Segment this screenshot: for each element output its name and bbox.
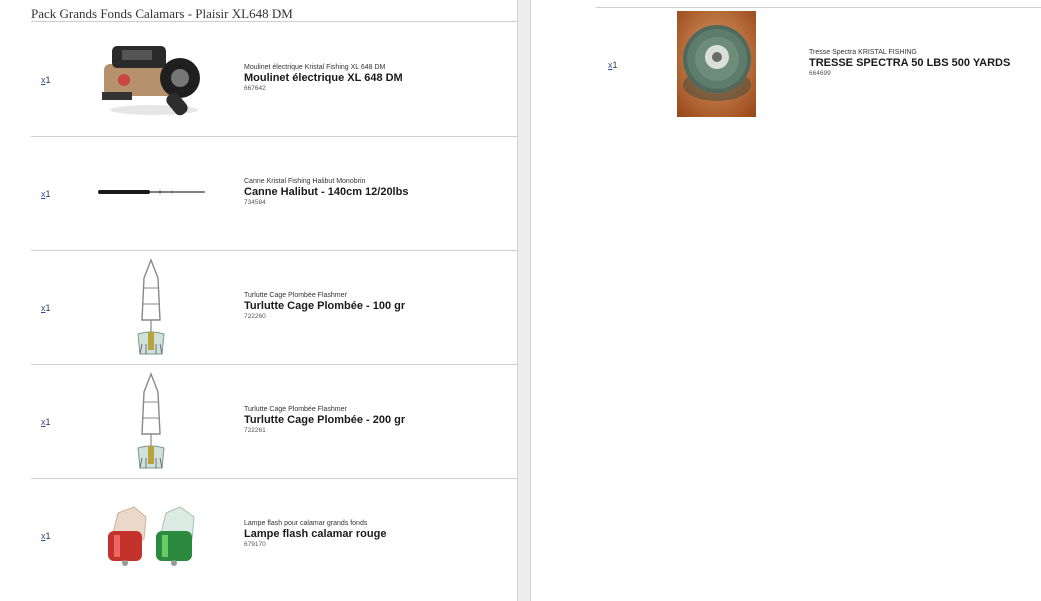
list-item: x1 Turlutte Cage Plombée Flashmer Turlut… [0, 365, 517, 479]
product-description: Canne Kristal Fishing Halibut Monobrin C… [244, 178, 408, 207]
braid-spool-icon [677, 11, 756, 122]
product-name: Moulinet électrique XL 648 DM [244, 72, 403, 84]
product-name: Turlutte Cage Plombée - 100 gr [244, 300, 406, 312]
squid-jig-icon [134, 258, 168, 363]
product-code: 667642 [244, 85, 266, 92]
product-subtitle: Canne Kristal Fishing Halibut Monobrin [244, 178, 366, 185]
quantity-label: x1 [41, 303, 51, 313]
product-name: Canne Halibut - 140cm 12/20lbs [244, 186, 409, 198]
product-description: Turlutte Cage Plombée Flashmer Turlutte … [244, 292, 405, 321]
product-subtitle: Tresse Spectra KRISTAL FISHING [809, 49, 917, 56]
list-item: x1 Moulinet électrique Kristal Fishing X… [0, 22, 517, 136]
product-code: 679170 [244, 541, 266, 548]
quantity-label: x1 [41, 531, 51, 541]
product-name: Lampe flash calamar rouge [244, 528, 387, 540]
product-subtitle: Turlutte Cage Plombée Flashmer [244, 406, 347, 413]
product-code: 734584 [244, 199, 266, 206]
quantity-label: x1 [608, 60, 618, 70]
product-description: Tresse Spectra KRISTAL FISHING TRESSE SP… [809, 49, 1010, 78]
fishing-rod-icon [98, 185, 208, 204]
flash-lamp-icon [104, 505, 200, 574]
document-page-left: Pack Grands Fonds Calamars - Plaisir XL6… [0, 0, 517, 601]
list-item: x1 Turlutte Cage Plombée Flashmer Turlut… [0, 251, 517, 365]
product-subtitle: Moulinet électrique Kristal Fishing XL 6… [244, 64, 386, 71]
list-item: x1 Tresse Spectra KRISTAL FISHING TRESSE… [531, 8, 1041, 122]
squid-jig-icon [134, 372, 168, 477]
document-page-right: x1 Tresse Spectra KRISTAL FISHING TRESSE… [531, 0, 1041, 601]
electric-reel-icon [98, 38, 206, 123]
product-name: Turlutte Cage Plombée - 200 gr [244, 414, 406, 426]
page-separator [517, 0, 531, 601]
product-code: 664699 [809, 70, 831, 77]
product-subtitle: Turlutte Cage Plombée Flashmer [244, 292, 347, 299]
product-description: Moulinet électrique Kristal Fishing XL 6… [244, 64, 403, 93]
product-description: Lampe flash pour calamar grands fonds La… [244, 520, 386, 549]
product-code: 722261 [244, 427, 266, 434]
list-item: x1 Lampe flash pour calamar grands fonds… [0, 479, 517, 593]
product-subtitle: Lampe flash pour calamar grands fonds [244, 520, 368, 527]
product-name: TRESSE SPECTRA 50 LBS 500 YARDS [809, 57, 1011, 69]
quantity-label: x1 [41, 189, 51, 199]
quantity-label: x1 [41, 75, 51, 85]
list-item: x1 Canne Kristal Fishing Halibut Monobri… [0, 137, 517, 251]
product-description: Turlutte Cage Plombée Flashmer Turlutte … [244, 406, 405, 435]
quantity-label: x1 [41, 417, 51, 427]
document-title: Pack Grands Fonds Calamars - Plaisir XL6… [31, 6, 293, 21]
product-code: 722260 [244, 313, 266, 320]
